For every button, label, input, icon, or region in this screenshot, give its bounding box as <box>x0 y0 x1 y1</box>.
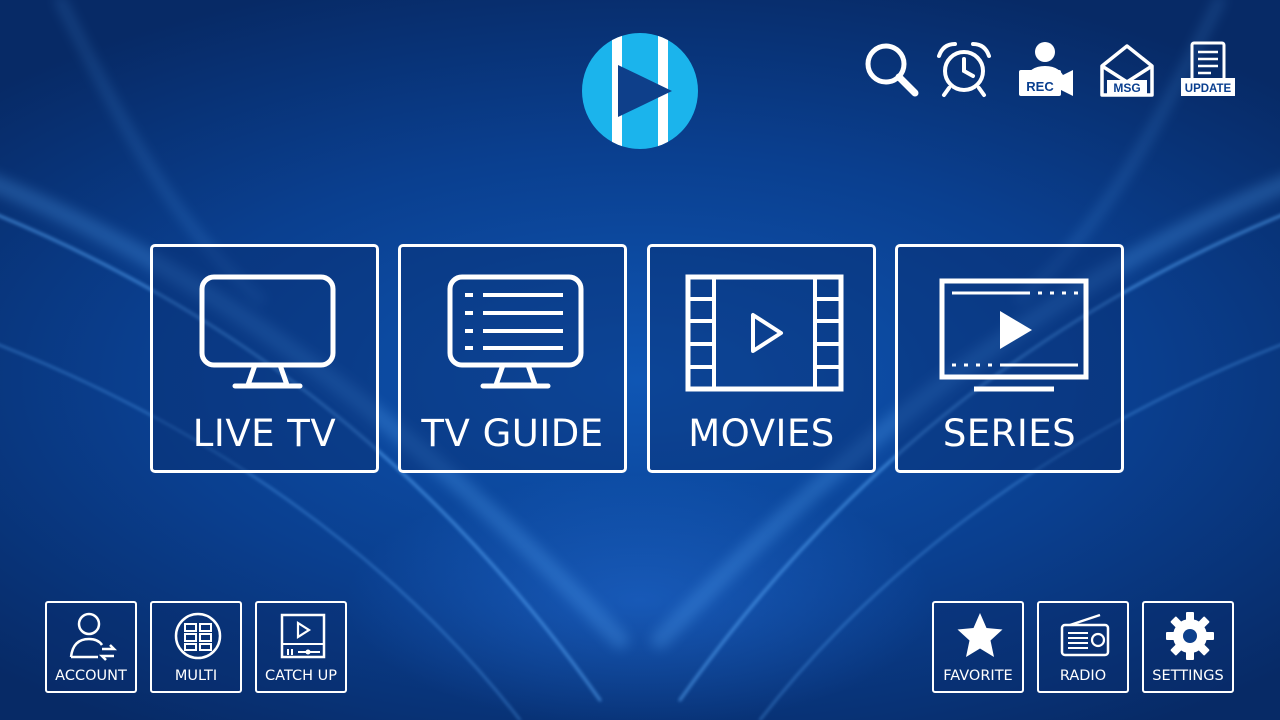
record-icon: REC <box>1019 42 1073 96</box>
button-label: FAVORITE <box>943 668 1013 684</box>
alarm-button[interactable] <box>935 40 993 98</box>
search-button[interactable] <box>862 40 920 98</box>
settings-button[interactable]: SETTINGS <box>1142 601 1234 693</box>
tile-series[interactable]: SERIES <box>895 244 1124 473</box>
tile-label: SERIES <box>942 412 1077 455</box>
tv-guide-icon <box>447 274 584 389</box>
record-icon-label: REC <box>1026 79 1054 94</box>
button-label: CATCH UP <box>265 668 337 684</box>
favorite-button[interactable]: FAVORITE <box>932 601 1024 693</box>
tile-movies[interactable]: MOVIES <box>647 244 876 473</box>
multi-button[interactable]: MULTI <box>150 601 242 693</box>
radio-button[interactable]: RADIO <box>1037 601 1129 693</box>
message-icon-label: MSG <box>1113 81 1140 95</box>
account-icon <box>69 612 118 661</box>
search-icon <box>865 43 919 97</box>
app-root: REC MSG UPDATE LIVE TV TV GUIDE MOVIES S… <box>0 0 1280 720</box>
update-icon-label: UPDATE <box>1185 83 1232 95</box>
message-icon: MSG <box>1100 44 1154 97</box>
button-label: ACCOUNT <box>55 668 127 684</box>
star-icon <box>957 613 1003 657</box>
catch-up-icon <box>280 613 326 659</box>
message-button[interactable]: MSG <box>1098 40 1156 98</box>
button-label: RADIO <box>1059 668 1107 684</box>
update-icon: UPDATE <box>1181 41 1235 96</box>
catch-up-button[interactable]: CATCH UP <box>255 601 347 693</box>
tile-label: MOVIES <box>688 412 835 455</box>
app-logo <box>580 31 700 151</box>
tile-tv-guide[interactable]: TV GUIDE <box>398 244 627 473</box>
tile-label: TV GUIDE <box>421 412 604 455</box>
play-logo-icon <box>582 33 698 149</box>
account-button[interactable]: ACCOUNT <box>45 601 137 693</box>
gear-icon <box>1166 612 1214 660</box>
alarm-clock-icon <box>937 42 991 97</box>
multi-screen-icon <box>174 612 222 660</box>
tv-icon <box>199 274 336 389</box>
film-icon <box>685 274 844 392</box>
button-label: MULTI <box>174 668 218 684</box>
record-button[interactable]: REC <box>1017 40 1075 98</box>
update-button[interactable]: UPDATE <box>1179 40 1237 98</box>
button-label: SETTINGS <box>1152 668 1224 684</box>
tile-label: LIVE TV <box>192 412 337 455</box>
tile-live-tv[interactable]: LIVE TV <box>150 244 379 473</box>
radio-icon <box>1060 613 1110 657</box>
series-play-icon <box>939 278 1089 392</box>
